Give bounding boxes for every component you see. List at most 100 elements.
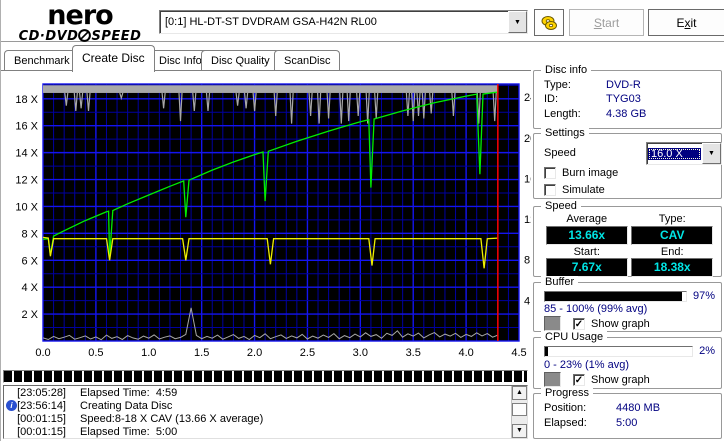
svg-text:8 X: 8 X: [21, 228, 38, 240]
settings-title: Settings: [541, 127, 589, 139]
tab-scandisc[interactable]: ScanDisc: [274, 50, 341, 71]
svg-text:14 X: 14 X: [15, 148, 38, 160]
cpu-range: 0 - 23% (1% avg): [544, 359, 629, 371]
burn-image-label: Burn image: [562, 167, 619, 179]
buffer-show-graph-label: Show graph: [591, 317, 650, 330]
svg-text:4.5: 4.5: [511, 347, 526, 359]
svg-text:6 X: 6 X: [21, 255, 38, 267]
cpu-color-swatch: [544, 372, 561, 387]
scroll-down-icon[interactable]: ▼: [512, 424, 527, 438]
progress-group: Progress Position: 4480 MB Elapsed: 5:00: [533, 387, 722, 439]
disc-info-group: Disc info Type: DVD-R ID: TYG03 Length: 4.3…: [533, 64, 722, 129]
drive-select[interactable]: [0:1] HL-DT-ST DVDRAM GSA-H42N RL00 ▼: [159, 10, 528, 34]
cpu-usage-group: CPU Usage 2% 0 - 23% (1% avg) ✓ Show gra…: [533, 331, 722, 389]
start-speed-display: 7.67x: [545, 258, 628, 277]
toolbar: nero CD·DVD SPEED [0:1] HL-DT-ST DVDRAM G…: [1, 0, 724, 43]
chevron-down-icon[interactable]: ▼: [702, 143, 721, 164]
svg-text:4.0: 4.0: [458, 347, 473, 359]
svg-text:10 X: 10 X: [15, 201, 38, 213]
write-speed-select[interactable]: 16.0 X ▼: [646, 142, 722, 165]
position-value: 4480 MB: [616, 402, 661, 414]
svg-text:0.0: 0.0: [35, 347, 50, 359]
disc-length-value: 4.38 GB: [606, 108, 647, 120]
log-line: [00:01:15] Elapsed Time: 5:00: [17, 425, 178, 438]
end-label: End:: [660, 246, 684, 258]
disc-type-label: Type:: [544, 79, 571, 91]
simulate-checkbox[interactable]: [544, 184, 556, 196]
disc-id-value: TYG03: [606, 93, 641, 105]
eject-button[interactable]: [534, 9, 564, 36]
buffer-show-graph-checkbox[interactable]: ✓: [573, 317, 585, 330]
svg-text:24: 24: [524, 92, 531, 104]
progress-title: Progress: [541, 387, 594, 399]
tab-create-disc[interactable]: Create Disc: [72, 45, 155, 72]
disc-type-value: DVD-R: [606, 79, 641, 91]
position-label: Position:: [544, 402, 587, 414]
svg-text:1.5: 1.5: [194, 347, 209, 359]
speed-stats-group: Speed Average Type: 13.66x CAV Start: En…: [533, 200, 722, 277]
cpu-meter: [544, 345, 694, 357]
svg-text:1.0: 1.0: [141, 347, 156, 359]
svg-text:2.0: 2.0: [247, 347, 262, 359]
tab-disc-quality[interactable]: Disc Quality: [201, 50, 280, 71]
elapsed-value: 5:00: [616, 417, 638, 429]
buffer-range: 85 - 100% (99% avg): [544, 303, 648, 315]
nero-cd-dvd-speed-window: nero CD·DVD SPEED [0:1] HL-DT-ST DVDRAM G…: [0, 0, 724, 441]
svg-text:2.5: 2.5: [300, 347, 315, 359]
info-icon: i: [6, 400, 17, 411]
log-line: [23:05:28] Elapsed Time: 4:59: [17, 386, 178, 399]
exit-button[interactable]: Exit: [648, 9, 724, 36]
simulate-label: Simulate: [562, 184, 605, 196]
svg-text:12: 12: [524, 214, 531, 226]
svg-text:16 X: 16 X: [15, 121, 38, 133]
cpu-show-graph-label: Show graph: [591, 373, 650, 386]
scrollbar-thumb[interactable]: [512, 403, 527, 416]
scroll-up-icon[interactable]: ▲: [512, 386, 527, 400]
cpu-usage-title: CPU Usage: [541, 331, 608, 343]
chevron-down-icon[interactable]: ▼: [508, 11, 527, 33]
log-line: [00:01:15] Speed:8-18 X CAV (13.66 X aver…: [17, 412, 264, 425]
drive-select-value: [0:1] HL-DT-ST DVDRAM GSA-H42N RL00: [165, 16, 377, 28]
disc-length-label: Length:: [544, 108, 581, 120]
speed-label: Speed: [544, 147, 576, 159]
svg-text:0.5: 0.5: [88, 347, 103, 359]
start-button[interactable]: Start: [569, 9, 644, 36]
speed-stats-title: Speed: [541, 200, 581, 212]
tab-benchmark[interactable]: Benchmark: [4, 50, 80, 71]
start-button-label: tart: [601, 15, 620, 30]
cpu-show-graph-checkbox[interactable]: ✓: [573, 373, 585, 386]
end-speed-display: 18.38x: [631, 258, 714, 277]
burn-progress-bar: [3, 370, 528, 383]
buffer-title: Buffer: [541, 276, 579, 288]
burn-progress-fill: [4, 371, 527, 382]
logo-nero-text: nero: [47, 0, 113, 31]
svg-text:18 X: 18 X: [15, 94, 38, 106]
status-log: [23:05:28] Elapsed Time: 4:59 i [23:56:14]…: [3, 385, 528, 439]
log-scrollbar[interactable]: ▲ ▼: [511, 386, 527, 438]
write-speed-chart: 2 X 4 X 6 X 8 X 10 X 12 X 14 X 16 X 18 X 4 8 12 16 20…: [15, 83, 531, 359]
buffer-color-swatch: [544, 316, 561, 331]
type-display: CAV: [631, 226, 714, 245]
nero-logo: nero CD·DVD SPEED: [5, 2, 155, 43]
svg-text:2 X: 2 X: [21, 309, 38, 321]
svg-text:4 X: 4 X: [21, 282, 38, 294]
elapsed-label: Elapsed:: [544, 417, 587, 429]
buffer-group: Buffer 97% 85 - 100% (99% avg) ✓ Show gr…: [533, 276, 722, 332]
svg-text:20: 20: [524, 133, 531, 145]
exit-button-label: it: [690, 15, 697, 30]
svg-text:12 X: 12 X: [15, 175, 38, 187]
start-label: Start:: [573, 246, 600, 258]
svg-text:3.0: 3.0: [353, 347, 368, 359]
burn-image-checkbox[interactable]: [544, 167, 556, 179]
buffer-percent: 97%: [692, 290, 715, 302]
cpu-percent: 2%: [699, 345, 715, 357]
logo-cdspeed-text: CD·DVD SPEED: [18, 29, 142, 44]
svg-text:3.5: 3.5: [406, 347, 421, 359]
buffer-meter: [544, 290, 687, 302]
average-label: Average: [566, 213, 608, 225]
log-line: i [23:56:14] Creating Data Disc: [4, 399, 527, 412]
disc-icon: [78, 29, 92, 42]
svg-text:8: 8: [524, 255, 530, 267]
type-label: Type:: [658, 213, 686, 225]
svg-text:16: 16: [524, 173, 531, 185]
